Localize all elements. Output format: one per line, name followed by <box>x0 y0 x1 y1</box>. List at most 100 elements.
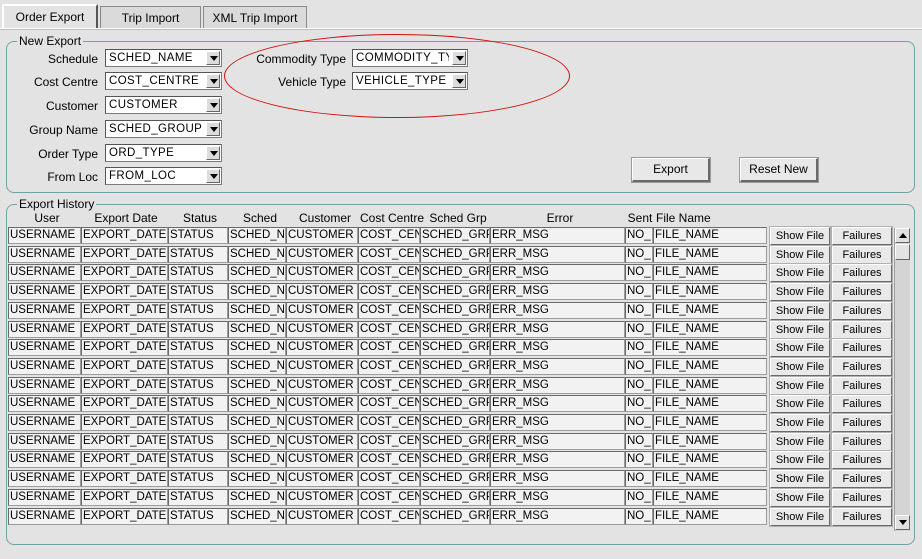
table-cell[interactable]: COST_CENTRE <box>358 451 420 469</box>
table-cell[interactable]: ERR_MSG <box>490 432 625 450</box>
table-cell[interactable]: STATUS <box>168 451 228 469</box>
table-cell[interactable]: ERR_MSG <box>490 320 625 338</box>
chevron-down-icon[interactable] <box>206 169 220 183</box>
failures-button[interactable]: Failures <box>831 300 893 321</box>
table-cell[interactable]: STATUS <box>168 507 228 525</box>
table-cell[interactable]: FILE_NAME <box>653 414 767 431</box>
table-cell[interactable]: CUSTOMER <box>286 488 358 506</box>
table-cell[interactable]: ERR_MSG <box>490 376 625 394</box>
table-cell[interactable]: NO_ <box>625 245 653 263</box>
history-scrollbar[interactable] <box>894 228 910 531</box>
table-cell[interactable]: STATUS <box>168 488 228 506</box>
table-cell[interactable]: EXPORT_DATE <box>81 245 168 263</box>
table-cell[interactable]: SCHED_NAME <box>228 264 286 282</box>
table-cell[interactable]: FILE_NAME <box>653 488 767 506</box>
table-cell[interactable]: STATUS <box>168 227 228 244</box>
table-cell[interactable]: SCHED_NAME <box>228 227 286 244</box>
table-cell[interactable]: EXPORT_DATE <box>81 507 168 525</box>
show-file-button[interactable]: Show File <box>769 226 831 246</box>
column-header-user[interactable]: User <box>7 211 87 225</box>
table-cell[interactable]: SCHED_NAME <box>228 320 286 338</box>
table-cell[interactable]: NO_ <box>625 432 653 450</box>
table-cell[interactable]: NO_ <box>625 357 653 375</box>
table-cell[interactable]: EXPORT_DATE <box>81 320 168 338</box>
table-cell[interactable]: CUSTOMER <box>286 301 358 319</box>
show-file-button[interactable]: Show File <box>769 394 831 415</box>
table-cell[interactable]: USERNAME <box>8 395 81 413</box>
table-cell[interactable]: NO_ <box>625 414 653 431</box>
table-cell[interactable]: COST_CENTRE <box>358 283 420 301</box>
table-cell[interactable]: SCHED_GRP <box>420 395 490 413</box>
table-cell[interactable]: SCHED_GRP <box>420 283 490 301</box>
failures-button[interactable]: Failures <box>831 263 893 284</box>
customer-dropdown[interactable]: CUSTOMER <box>105 96 222 114</box>
table-cell[interactable]: USERNAME <box>8 283 81 301</box>
table-cell[interactable]: USERNAME <box>8 507 81 525</box>
table-cell[interactable]: EXPORT_DATE <box>81 488 168 506</box>
table-cell[interactable]: NO_ <box>625 320 653 338</box>
table-cell[interactable]: CUSTOMER <box>286 414 358 431</box>
show-file-button[interactable]: Show File <box>769 319 831 340</box>
show-file-button[interactable]: Show File <box>769 356 831 377</box>
table-cell[interactable]: SCHED_GRP <box>420 339 490 357</box>
table-cell[interactable]: STATUS <box>168 395 228 413</box>
table-cell[interactable]: ERR_MSG <box>490 339 625 357</box>
table-cell[interactable]: SCHED_GRP <box>420 451 490 469</box>
table-cell[interactable]: STATUS <box>168 301 228 319</box>
table-cell[interactable]: USERNAME <box>8 376 81 394</box>
table-cell[interactable]: COST_CENTRE <box>358 395 420 413</box>
table-cell[interactable]: USERNAME <box>8 339 81 357</box>
table-cell[interactable]: FILE_NAME <box>653 376 767 394</box>
table-cell[interactable]: SCHED_NAME <box>228 301 286 319</box>
table-cell[interactable]: ERR_MSG <box>490 301 625 319</box>
failures-button[interactable]: Failures <box>831 282 893 303</box>
table-cell[interactable]: SCHED_NAME <box>228 357 286 375</box>
failures-button[interactable]: Failures <box>831 506 893 527</box>
table-cell[interactable]: COST_CENTRE <box>358 320 420 338</box>
table-cell[interactable]: SCHED_GRP <box>420 376 490 394</box>
show-file-button[interactable]: Show File <box>769 413 831 433</box>
table-cell[interactable]: STATUS <box>168 245 228 263</box>
table-cell[interactable]: SCHED_NAME <box>228 451 286 469</box>
table-cell[interactable]: ERR_MSG <box>490 470 625 488</box>
table-cell[interactable]: CUSTOMER <box>286 320 358 338</box>
table-cell[interactable]: ERR_MSG <box>490 245 625 263</box>
table-cell[interactable]: COST_CENTRE <box>358 227 420 244</box>
table-cell[interactable]: FILE_NAME <box>653 227 767 244</box>
table-cell[interactable]: COST_CENTRE <box>358 245 420 263</box>
failures-button[interactable]: Failures <box>831 431 893 452</box>
table-cell[interactable]: EXPORT_DATE <box>81 339 168 357</box>
table-cell[interactable]: FILE_NAME <box>653 264 767 282</box>
table-cell[interactable]: SCHED_NAME <box>228 395 286 413</box>
show-file-button[interactable]: Show File <box>769 244 831 265</box>
schedule-dropdown[interactable]: SCHED_NAME <box>105 49 222 67</box>
table-cell[interactable]: ERR_MSG <box>490 414 625 431</box>
table-cell[interactable]: EXPORT_DATE <box>81 432 168 450</box>
table-cell[interactable]: CUSTOMER <box>286 339 358 357</box>
table-cell[interactable]: NO_ <box>625 507 653 525</box>
from-loc-dropdown[interactable]: FROM_LOC <box>105 167 222 185</box>
show-file-button[interactable]: Show File <box>769 487 831 508</box>
scroll-down-arrow-icon[interactable] <box>895 515 910 530</box>
table-cell[interactable]: COST_CENTRE <box>358 488 420 506</box>
failures-button[interactable]: Failures <box>831 338 893 359</box>
table-cell[interactable]: USERNAME <box>8 470 81 488</box>
column-header-export-date[interactable]: Export Date <box>86 211 166 225</box>
table-cell[interactable]: SCHED_GRP <box>420 357 490 375</box>
table-cell[interactable]: FILE_NAME <box>653 339 767 357</box>
table-cell[interactable]: NO_ <box>625 395 653 413</box>
table-cell[interactable]: EXPORT_DATE <box>81 395 168 413</box>
table-cell[interactable]: NO_ <box>625 264 653 282</box>
table-cell[interactable]: SCHED_GRP <box>420 470 490 488</box>
table-cell[interactable]: COST_CENTRE <box>358 376 420 394</box>
table-cell[interactable]: NO_ <box>625 339 653 357</box>
table-cell[interactable]: EXPORT_DATE <box>81 264 168 282</box>
table-cell[interactable]: SCHED_GRP <box>420 432 490 450</box>
table-cell[interactable]: FILE_NAME <box>653 357 767 375</box>
table-cell[interactable]: USERNAME <box>8 488 81 506</box>
table-cell[interactable]: CUSTOMER <box>286 376 358 394</box>
failures-button[interactable]: Failures <box>831 469 893 490</box>
table-cell[interactable]: SCHED_NAME <box>228 470 286 488</box>
table-cell[interactable]: CUSTOMER <box>286 283 358 301</box>
failures-button[interactable]: Failures <box>831 375 893 396</box>
